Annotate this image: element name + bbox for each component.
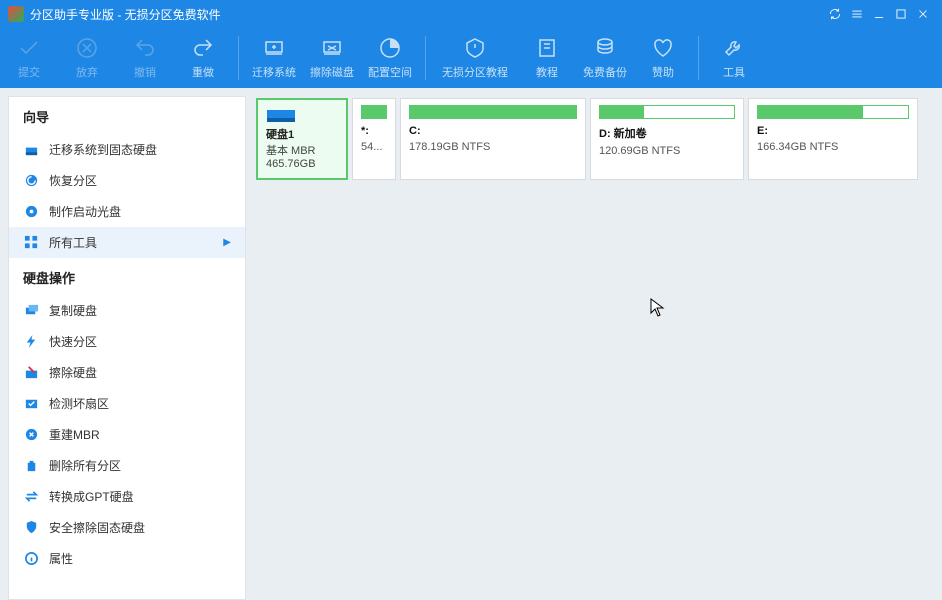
disk-name: 硬盘1 [266,126,338,142]
partition-label: E: [757,125,909,137]
window-title: 分区助手专业版 - 无损分区免费软件 [30,6,824,23]
sidebar-item-bolt[interactable]: 快速分区 [9,326,245,357]
convert-icon [23,489,39,505]
toolbar-label: 工具 [723,64,745,80]
usage-bar [599,105,735,119]
recover-icon [23,173,39,189]
toolbar-label: 提交 [18,64,40,80]
sidebar-item-label: 擦除硬盘 [49,364,97,381]
toolbar-label: 重做 [192,64,214,80]
toolbar-迁移系统[interactable]: 迁移系统 [245,28,303,88]
sidebar-item-label: 恢复分区 [49,172,97,189]
toolbar-免费备份[interactable]: 免费备份 [576,28,634,88]
title-bar: 分区助手专业版 - 无损分区免费软件 [0,0,942,28]
toolbar-放弃: 放弃 [58,28,116,88]
sidebar-heading: 向导 [9,97,245,134]
toolbar-无损分区教程[interactable]: 无损分区教程 [432,28,518,88]
partition-label: C: [409,125,577,137]
app-logo-icon [8,6,24,22]
sidebar-item-check[interactable]: 检测坏扇区 [9,388,245,419]
migrate-icon [23,142,39,158]
check-icon [23,396,39,412]
toolbar-赞助[interactable]: 赞助 [634,28,692,88]
main-toolbar: 提交 放弃 撤销 重做 迁移系统擦除磁盘配置空间 无损分区教程 教程 免费备份 赞助 工具 [0,28,942,88]
sidebar-heading: 硬盘操作 [9,258,245,295]
toolbar-label: 放弃 [76,64,98,80]
sidebar-item-grid[interactable]: 所有工具 ▶ [9,227,245,258]
close-button[interactable] [912,3,934,25]
sidebar-item-secure[interactable]: 安全擦除固态硬盘 [9,512,245,543]
toolbar-label: 擦除磁盘 [310,64,354,80]
sidebar-item-mbr[interactable]: 重建MBR [9,419,245,450]
usage-bar [409,105,577,119]
partition-info: 178.19GB NTFS [409,141,577,153]
toolbar-工具[interactable]: 工具 [705,28,763,88]
usage-bar [361,105,387,119]
toolbar-label: 无损分区教程 [442,64,508,80]
bolt-icon [23,334,39,350]
menu-icon[interactable] [846,3,868,25]
partition-card[interactable]: C: 178.19GB NTFS [400,98,586,180]
partition-label: *: [361,125,387,137]
disk-summary-card[interactable]: 硬盘1基本 MBR465.76GB [256,98,348,180]
sidebar-item-label: 删除所有分区 [49,457,121,474]
erase-icon [23,365,39,381]
toolbar-配置空间[interactable]: 配置空间 [361,28,419,88]
partition-info: 120.69GB NTFS [599,145,735,157]
partition-info: 54... [361,141,387,153]
toolbar-撤销: 撤销 [116,28,174,88]
sidebar-item-label: 复制硬盘 [49,302,97,319]
toolbar-label: 教程 [536,64,558,80]
main-panel: 硬盘1基本 MBR465.76GB *: 54... C: 178.19GB NTFS D… [246,88,942,600]
toolbar-label: 配置空间 [368,64,412,80]
toolbar-label: 迁移系统 [252,64,296,80]
partition-card[interactable]: D: 新加卷 120.69GB NTFS [590,98,744,180]
bootdisk-icon [23,204,39,220]
disk-icon [266,106,296,124]
mbr-icon [23,427,39,443]
sidebar-item-bootdisk[interactable]: 制作启动光盘 [9,196,245,227]
chevron-right-icon: ▶ [223,237,231,248]
sidebar-item-label: 重建MBR [49,426,100,443]
trash-icon [23,458,39,474]
disk-size: 465.76GB [266,158,338,170]
grid-icon [23,235,39,251]
toolbar-label: 撤销 [134,64,156,80]
toolbar-label: 赞助 [652,64,674,80]
usage-bar [757,105,909,119]
sidebar-item-erase[interactable]: 擦除硬盘 [9,357,245,388]
partition-info: 166.34GB NTFS [757,141,909,153]
toolbar-重做[interactable]: 重做 [174,28,232,88]
refresh-icon[interactable] [824,3,846,25]
sidebar: 向导迁移系统到固态硬盘恢复分区制作启动光盘所有工具 ▶ 硬盘操作复制硬盘快速分区擦除… [8,96,246,600]
disk-type: 基本 MBR [266,142,338,158]
toolbar-提交: 提交 [0,28,58,88]
sidebar-item-copy[interactable]: 复制硬盘 [9,295,245,326]
sidebar-item-label: 安全擦除固态硬盘 [49,519,145,536]
sidebar-item-label: 制作启动光盘 [49,203,121,220]
copy-icon [23,303,39,319]
sidebar-item-label: 转换成GPT硬盘 [49,488,134,505]
sidebar-item-recover[interactable]: 恢复分区 [9,165,245,196]
sidebar-item-label: 迁移系统到固态硬盘 [49,141,157,158]
sidebar-item-migrate[interactable]: 迁移系统到固态硬盘 [9,134,245,165]
partition-label: D: 新加卷 [599,125,735,141]
toolbar-教程[interactable]: 教程 [518,28,576,88]
sidebar-item-label: 所有工具 [49,234,97,251]
sidebar-item-label: 快速分区 [49,333,97,350]
sidebar-item-info[interactable]: 属性 [9,543,245,574]
sidebar-item-trash[interactable]: 删除所有分区 [9,450,245,481]
partition-card[interactable]: E: 166.34GB NTFS [748,98,918,180]
sidebar-item-label: 检测坏扇区 [49,395,109,412]
info-icon [23,551,39,567]
partition-card[interactable]: *: 54... [352,98,396,180]
minimize-button[interactable] [868,3,890,25]
disk-row: 硬盘1基本 MBR465.76GB *: 54... C: 178.19GB NTFS D… [256,98,932,180]
toolbar-擦除磁盘[interactable]: 擦除磁盘 [303,28,361,88]
toolbar-label: 免费备份 [583,64,627,80]
sidebar-item-convert[interactable]: 转换成GPT硬盘 [9,481,245,512]
maximize-button[interactable] [890,3,912,25]
secure-icon [23,520,39,536]
sidebar-item-label: 属性 [49,550,73,567]
